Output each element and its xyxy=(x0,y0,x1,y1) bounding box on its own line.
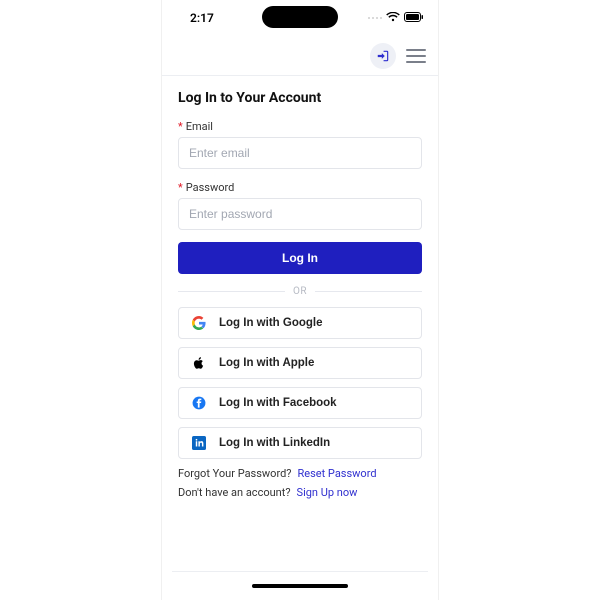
battery-icon xyxy=(404,12,424,24)
google-icon xyxy=(191,315,207,331)
email-field[interactable] xyxy=(178,137,422,169)
password-label: *Password xyxy=(178,181,422,194)
apple-icon xyxy=(191,355,207,371)
login-with-google-button[interactable]: Log In with Google xyxy=(178,307,422,339)
login-with-linkedin-button[interactable]: Log In with LinkedIn xyxy=(178,427,422,459)
signup-row: Don't have an account? Sign Up now xyxy=(178,486,422,499)
forgot-password-text: Forgot Your Password? xyxy=(178,467,291,480)
wifi-icon xyxy=(386,12,400,24)
status-bar: 2:17 xyxy=(162,0,438,36)
dynamic-island xyxy=(262,6,338,28)
divider-or: OR xyxy=(178,286,422,297)
email-label: *Email xyxy=(178,120,422,133)
page-title: Log In to Your Account xyxy=(178,90,422,106)
cellular-icon xyxy=(368,17,383,20)
facebook-button-label: Log In with Facebook xyxy=(219,397,337,409)
hamburger-icon xyxy=(406,49,426,51)
signup-link[interactable]: Sign Up now xyxy=(297,486,358,499)
login-icon xyxy=(376,49,390,63)
home-indicator[interactable] xyxy=(252,584,348,588)
reset-password-link[interactable]: Reset Password xyxy=(297,467,376,480)
phone-frame: 2:17 Log In to Your Account *Ema xyxy=(161,0,439,600)
login-button[interactable]: Log In xyxy=(178,242,422,274)
status-right xyxy=(368,12,425,24)
signup-text: Don't have an account? xyxy=(178,486,291,499)
login-icon-button[interactable] xyxy=(370,43,396,69)
linkedin-icon xyxy=(191,435,207,451)
login-form: Log In to Your Account *Email *Password … xyxy=(162,76,438,509)
status-time: 2:17 xyxy=(190,11,214,25)
apple-button-label: Log In with Apple xyxy=(219,357,314,369)
login-with-facebook-button[interactable]: Log In with Facebook xyxy=(178,387,422,419)
hamburger-menu[interactable] xyxy=(406,49,426,63)
login-with-apple-button[interactable]: Log In with Apple xyxy=(178,347,422,379)
forgot-password-row: Forgot Your Password? Reset Password xyxy=(178,467,422,480)
password-field[interactable] xyxy=(178,198,422,230)
facebook-icon xyxy=(191,395,207,411)
required-mark: * xyxy=(178,120,183,133)
required-mark: * xyxy=(178,181,183,194)
divider-label: OR xyxy=(285,286,315,297)
linkedin-button-label: Log In with LinkedIn xyxy=(219,437,330,449)
bottom-separator xyxy=(172,571,428,588)
top-nav xyxy=(162,36,438,76)
google-button-label: Log In with Google xyxy=(219,317,322,329)
